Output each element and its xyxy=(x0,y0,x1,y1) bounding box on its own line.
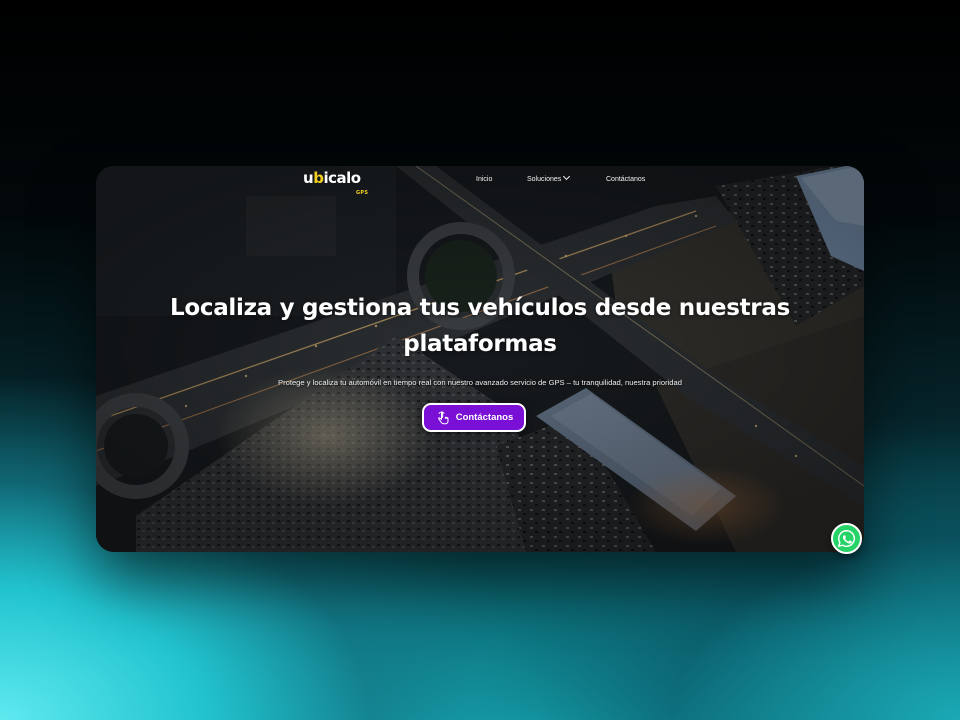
nav-item-soluciones[interactable]: Soluciones xyxy=(527,172,571,184)
nav-item-contactanos[interactable]: Contáctanos xyxy=(606,175,645,184)
browser-viewport: ubicalo GPS Inicio Soluciones Contáctano… xyxy=(96,166,864,552)
contact-cta-label: Contáctanos xyxy=(455,412,514,423)
nav-item-inicio[interactable]: Inicio xyxy=(476,175,492,184)
hand-pointer-icon xyxy=(437,410,449,424)
ubicalo-logo[interactable]: ubicalo GPS xyxy=(303,170,368,197)
top-navbar: ubicalo GPS Inicio Soluciones Contáctano… xyxy=(96,166,864,197)
nav-item-soluciones-label: Soluciones xyxy=(527,176,562,183)
whatsapp-button[interactable] xyxy=(831,523,862,554)
contact-cta-button[interactable]: Contáctanos xyxy=(422,403,526,432)
whatsapp-icon xyxy=(837,530,855,548)
chevron-down-icon xyxy=(563,172,571,181)
hero-subtitle: Protege y localiza tu automóvil en tiemp… xyxy=(278,378,682,387)
hero-title: Localiza y gestiona tus vehículos desde … xyxy=(170,295,790,357)
logo-gps-label: GPS xyxy=(356,190,369,196)
